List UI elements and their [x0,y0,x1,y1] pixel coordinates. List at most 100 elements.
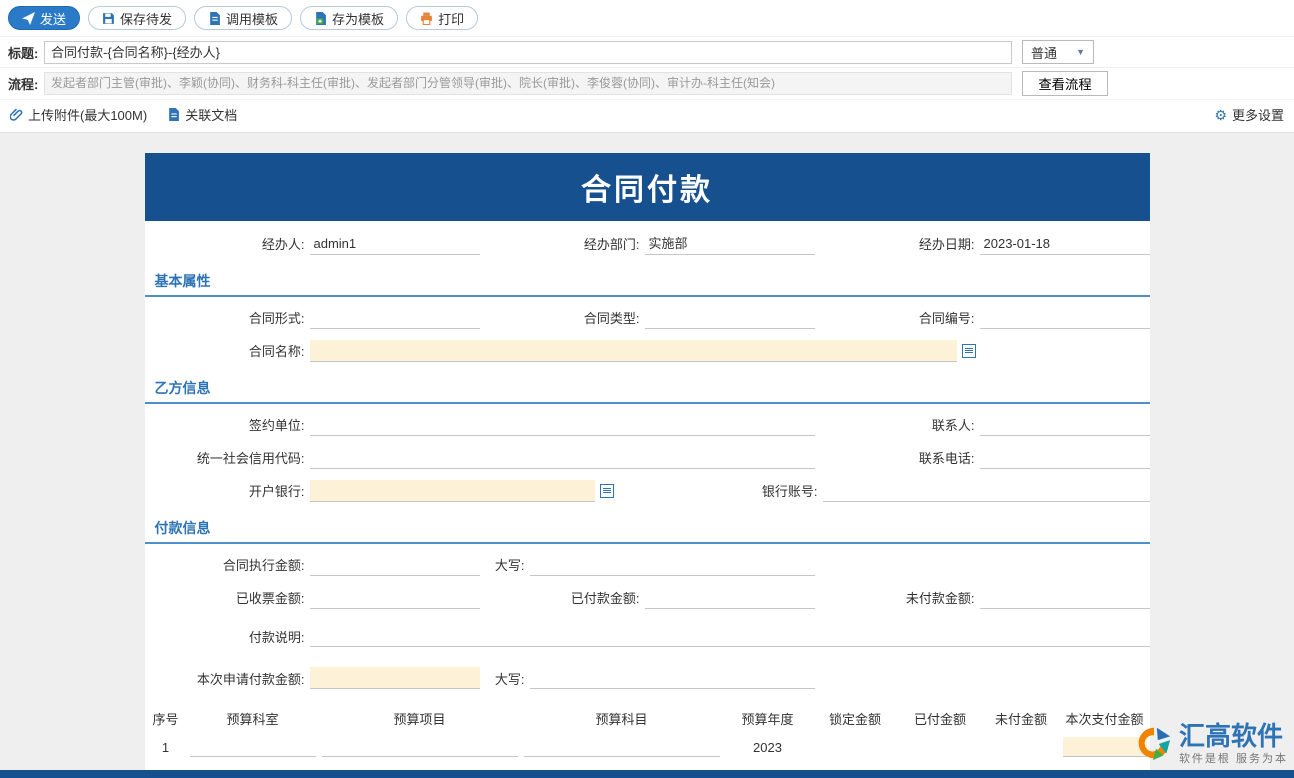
unpaid-label: 未付款金额: [815,588,980,607]
related-docs-label: 关联文档 [185,105,237,124]
save-template-icon [314,12,327,25]
caps-label: 大写: [480,555,530,574]
form-title-banner: 合同付款 [145,153,1150,221]
section-party-b-title: 乙方信息 [145,371,1150,404]
col-header-budget-subject: 预算科目 [521,702,723,733]
save-as-template-button[interactable]: 存为模板 [300,6,398,30]
toolbar: 发送 保存待发 调用模板 存为模板 打印 [0,0,1294,36]
agent-input[interactable]: admin1 [310,233,480,255]
credit-code-input[interactable] [310,447,815,469]
vendor-logo: 汇高软件 软件是根 服务为本 [1135,723,1288,766]
apply-amount-input[interactable] [310,667,480,689]
priority-select[interactable]: 普通 ▼ [1022,40,1094,64]
related-docs-link[interactable]: 关联文档 [167,105,237,124]
main-content: 合同付款 经办人: admin1 经办部门: 实施部 经办日期: 2023-01… [0,132,1294,770]
view-flow-button[interactable]: 查看流程 [1022,71,1108,96]
paperclip-icon [10,108,23,121]
form-title: 合同付款 [581,165,713,209]
flow-row: 流程: 发起者部门主管(审批)、李颖(协同)、财务科-科主任(审批)、发起者部门… [0,67,1294,99]
pinwheel-logo-icon [1135,724,1173,765]
more-settings-link[interactable]: ⚙ 更多设置 [1214,105,1284,124]
dept-input[interactable]: 实施部 [645,233,815,255]
cell-budget-office-input[interactable] [190,737,316,757]
cell-this-payment-input[interactable] [1063,737,1147,757]
section-payment-title: 付款信息 [145,511,1150,544]
contract-form-label: 合同形式: [145,308,310,327]
date-label: 经办日期: [815,234,980,253]
call-template-label: 调用模板 [226,9,278,28]
paper-plane-icon [22,12,35,25]
print-button[interactable]: 打印 [406,6,478,30]
note-label: 付款说明: [145,627,310,646]
template-doc-icon [208,12,221,25]
contract-type-label: 合同类型: [480,308,645,327]
floppy-disk-icon [102,12,115,25]
contract-name-input[interactable] [310,340,957,362]
col-header-budget-project: 预算项目 [319,702,521,733]
agent-row: 经办人: admin1 经办部门: 实施部 经办日期: 2023-01-18 [145,227,1150,260]
invoiced-input[interactable] [310,587,480,609]
select-list-icon[interactable] [962,344,976,358]
bank-input[interactable] [310,480,595,502]
contract-meta-row: 合同形式: 合同类型: 合同编号: [145,301,1150,334]
contract-name-label: 合同名称: [145,341,310,360]
exec-amount-row: 合同执行金额: 大写: [145,548,1150,581]
paid-input[interactable] [645,587,815,609]
col-header-seq: 序号 [145,702,187,733]
note-input[interactable] [310,625,1150,647]
form-body: 经办人: admin1 经办部门: 实施部 经办日期: 2023-01-18 基… [145,221,1150,770]
chevron-down-icon: ▼ [1076,47,1085,57]
vendor-slogan: 软件是根 服务为本 [1179,750,1288,766]
printer-icon [420,12,433,25]
section-result-title: 付款结果 [145,765,1150,770]
account-label: 银行账号: [675,481,823,500]
phone-input[interactable] [980,447,1150,469]
caps-input[interactable] [530,554,815,576]
contract-no-label: 合同编号: [815,308,980,327]
sign-unit-input[interactable] [310,414,815,436]
col-header-budget-office: 预算科室 [187,702,319,733]
date-input[interactable]: 2023-01-18 [980,233,1150,255]
cell-seq: 1 [145,733,187,761]
upload-attachment-link[interactable]: 上传附件(最大100M) [10,105,147,124]
phone-label: 联系电话: [815,448,980,467]
save-pending-label: 保存待发 [120,9,172,28]
contact-input[interactable] [980,414,1150,436]
contact-label: 联系人: [815,415,980,434]
exec-amount-input[interactable] [310,554,480,576]
save-pending-button[interactable]: 保存待发 [88,6,186,30]
apply-amount-label: 本次申请付款金额: [145,669,310,688]
flow-input[interactable]: 发起者部门主管(审批)、李颖(协同)、财务科-科主任(审批)、发起者部门分管领导… [44,72,1012,95]
send-button[interactable]: 发送 [8,6,80,30]
credit-code-row: 统一社会信用代码: 联系电话: [145,441,1150,474]
priority-value: 普通 [1031,43,1057,62]
upload-attachment-label: 上传附件(最大100M) [28,105,147,124]
linked-doc-icon [167,108,180,121]
invoiced-label: 已收票金额: [145,588,310,607]
contract-no-input[interactable] [980,307,1150,329]
contract-form-input[interactable] [310,307,480,329]
title-row: 标题: 合同付款-{合同名称}-{经办人} 普通 ▼ [0,36,1294,67]
cell-locked-amount[interactable] [813,733,898,761]
title-input[interactable]: 合同付款-{合同名称}-{经办人} [44,41,1012,64]
cell-unpaid-amount[interactable] [983,733,1060,761]
contract-name-row: 合同名称: [145,334,1150,367]
select-list-icon[interactable] [600,484,614,498]
vendor-name: 汇高软件 [1179,723,1288,750]
bank-row: 开户银行: 银行账号: [145,474,1150,507]
cell-budget-project-input[interactable] [322,737,518,757]
paid-label: 已付款金额: [480,588,645,607]
account-input[interactable] [823,480,1150,502]
caps2-input[interactable] [530,667,815,689]
dept-label: 经办部门: [480,234,645,253]
unpaid-input[interactable] [980,587,1150,609]
call-template-button[interactable]: 调用模板 [194,6,292,30]
bottom-bar [0,770,1294,778]
cell-paid-amount[interactable] [898,733,983,761]
contract-type-input[interactable] [645,307,815,329]
save-as-template-label: 存为模板 [332,9,384,28]
title-label: 标题: [8,43,44,62]
cell-budget-subject-input[interactable] [524,737,720,757]
section-basic-title: 基本属性 [145,264,1150,297]
cell-budget-year[interactable]: 2023 [723,733,813,761]
